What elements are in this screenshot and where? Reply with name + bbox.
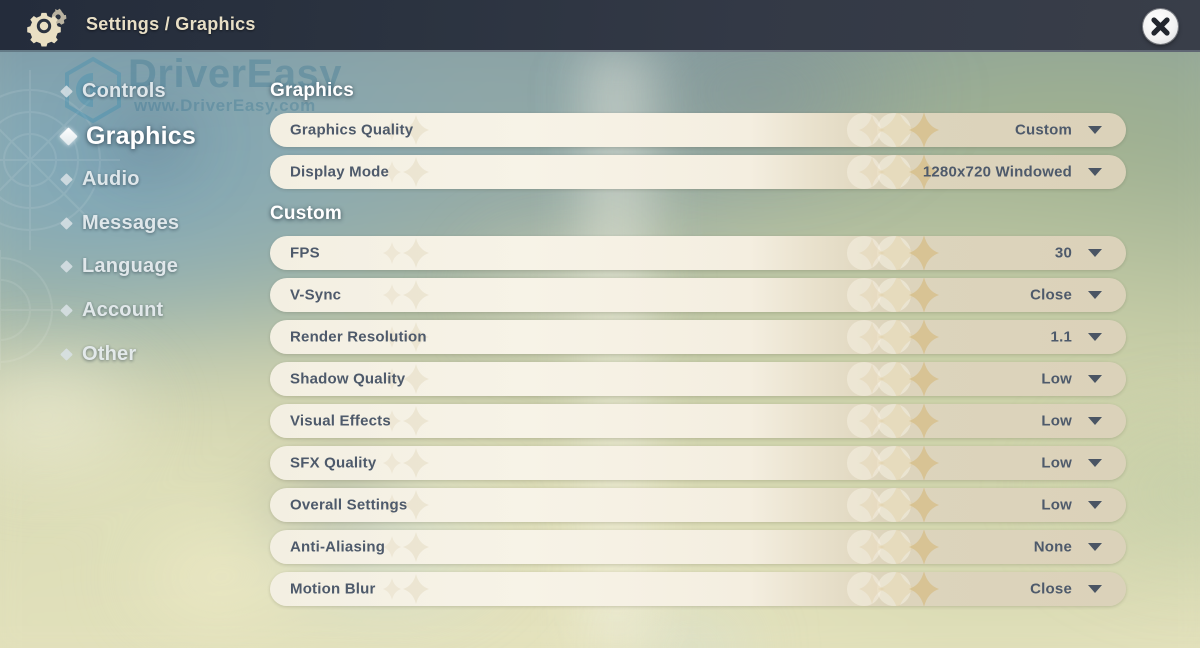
setting-value: Low bbox=[1041, 412, 1072, 430]
setting-label: Anti-Aliasing bbox=[290, 538, 386, 556]
setting-row-render-resolution[interactable]: Render Resolution 1.1 bbox=[270, 320, 1126, 354]
title-bar: Settings / Graphics bbox=[0, 0, 1200, 52]
chevron-down-icon[interactable] bbox=[1088, 543, 1102, 551]
close-icon bbox=[1151, 17, 1170, 36]
setting-value: Low bbox=[1041, 370, 1072, 388]
setting-row-overall-settings[interactable]: Overall Settings Low bbox=[270, 488, 1126, 522]
sidebar-item-label: Audio bbox=[82, 168, 140, 190]
setting-row-fps[interactable]: FPS 30 bbox=[270, 236, 1126, 270]
setting-row-shadow-quality[interactable]: Shadow Quality Low bbox=[270, 362, 1126, 396]
settings-screen: DriverEasy www.DriverEasy.com Settings /… bbox=[0, 0, 1200, 648]
sidebar-item-account[interactable]: Account bbox=[60, 299, 164, 322]
setting-label: Visual Effects bbox=[290, 412, 391, 430]
setting-row-graphics-quality[interactable]: Graphics Quality Custom bbox=[270, 113, 1126, 147]
sparkle-ornament-icon bbox=[383, 446, 939, 480]
diamond-bullet-icon bbox=[60, 217, 73, 230]
setting-value: 1280x720 Windowed bbox=[922, 163, 1072, 181]
sparkle-ornament-icon bbox=[383, 530, 939, 564]
sparkle-ornament-icon bbox=[383, 404, 939, 438]
diamond-bullet-icon bbox=[60, 85, 73, 98]
setting-label: Display Mode bbox=[290, 163, 390, 181]
chevron-down-icon[interactable] bbox=[1088, 126, 1102, 134]
sidebar-item-controls[interactable]: Controls bbox=[60, 80, 166, 103]
setting-value: Close bbox=[1030, 580, 1072, 598]
sidebar-item-label: Language bbox=[82, 255, 179, 277]
setting-value: 30 bbox=[1054, 244, 1072, 262]
setting-row-motion-blur[interactable]: Motion Blur Close bbox=[270, 572, 1126, 606]
section-title-custom: Custom bbox=[270, 203, 342, 224]
diamond-bullet-icon bbox=[60, 304, 73, 317]
setting-value: 1.1 bbox=[1050, 328, 1072, 346]
section-title-graphics: Graphics bbox=[270, 80, 354, 101]
setting-value: Low bbox=[1041, 496, 1072, 514]
setting-label: Overall Settings bbox=[290, 496, 408, 514]
setting-value: None bbox=[1033, 538, 1072, 556]
sidebar-item-messages[interactable]: Messages bbox=[60, 212, 180, 235]
setting-value: Custom bbox=[1014, 121, 1072, 139]
diamond-bullet-icon bbox=[60, 260, 73, 273]
sidebar-item-label: Other bbox=[82, 343, 137, 365]
setting-label: Graphics Quality bbox=[290, 121, 414, 139]
setting-label: FPS bbox=[290, 244, 320, 262]
page-title: Settings / Graphics bbox=[86, 14, 256, 34]
chevron-down-icon[interactable] bbox=[1088, 249, 1102, 257]
chevron-down-icon[interactable] bbox=[1088, 585, 1102, 593]
sidebar-item-label: Account bbox=[82, 299, 164, 321]
setting-row-sfx-quality[interactable]: SFX Quality Low bbox=[270, 446, 1126, 480]
chevron-down-icon[interactable] bbox=[1088, 459, 1102, 467]
gear-icon bbox=[27, 8, 67, 47]
chevron-down-icon[interactable] bbox=[1088, 168, 1102, 176]
chevron-down-icon[interactable] bbox=[1088, 501, 1102, 509]
sidebar-item-graphics[interactable]: Graphics bbox=[59, 122, 196, 151]
chevron-down-icon[interactable] bbox=[1088, 291, 1102, 299]
sidebar-item-label: Controls bbox=[82, 80, 166, 102]
chevron-down-icon[interactable] bbox=[1088, 375, 1102, 383]
sidebar-item-audio[interactable]: Audio bbox=[60, 168, 140, 191]
sparkle-ornament-icon bbox=[383, 236, 939, 270]
setting-row-visual-effects[interactable]: Visual Effects Low bbox=[270, 404, 1126, 438]
sidebar-item-other[interactable]: Other bbox=[60, 343, 137, 366]
chevron-down-icon[interactable] bbox=[1088, 417, 1102, 425]
sparkle-ornament-icon bbox=[383, 278, 939, 312]
setting-label: V-Sync bbox=[290, 286, 342, 304]
setting-row-anti-aliasing[interactable]: Anti-Aliasing None bbox=[270, 530, 1126, 564]
setting-row-display-mode[interactable]: Display Mode 1280x720 Windowed bbox=[270, 155, 1126, 189]
setting-value: Close bbox=[1030, 286, 1072, 304]
sidebar-item-label: Messages bbox=[82, 212, 180, 234]
setting-label: Shadow Quality bbox=[290, 370, 406, 388]
sidebar-item-language[interactable]: Language bbox=[60, 255, 179, 278]
diamond-bullet-icon bbox=[60, 173, 73, 186]
chevron-down-icon[interactable] bbox=[1088, 333, 1102, 341]
setting-label: Motion Blur bbox=[290, 580, 376, 598]
sidebar: Controls Graphics Audio Messages Language Acc… bbox=[0, 52, 262, 648]
sparkle-ornament-icon bbox=[383, 572, 939, 606]
sidebar-item-label: Graphics bbox=[86, 122, 196, 150]
close-button[interactable] bbox=[1143, 9, 1178, 44]
diamond-bullet-icon bbox=[59, 127, 78, 146]
settings-panel: Graphics Graphics Quality Custom Display Mo… bbox=[262, 52, 1200, 648]
setting-label: Render Resolution bbox=[290, 328, 427, 346]
diamond-bullet-icon bbox=[60, 348, 73, 361]
setting-value: Low bbox=[1041, 454, 1072, 472]
setting-label: SFX Quality bbox=[290, 454, 377, 472]
setting-row-v-sync[interactable]: V-Sync Close bbox=[270, 278, 1126, 312]
